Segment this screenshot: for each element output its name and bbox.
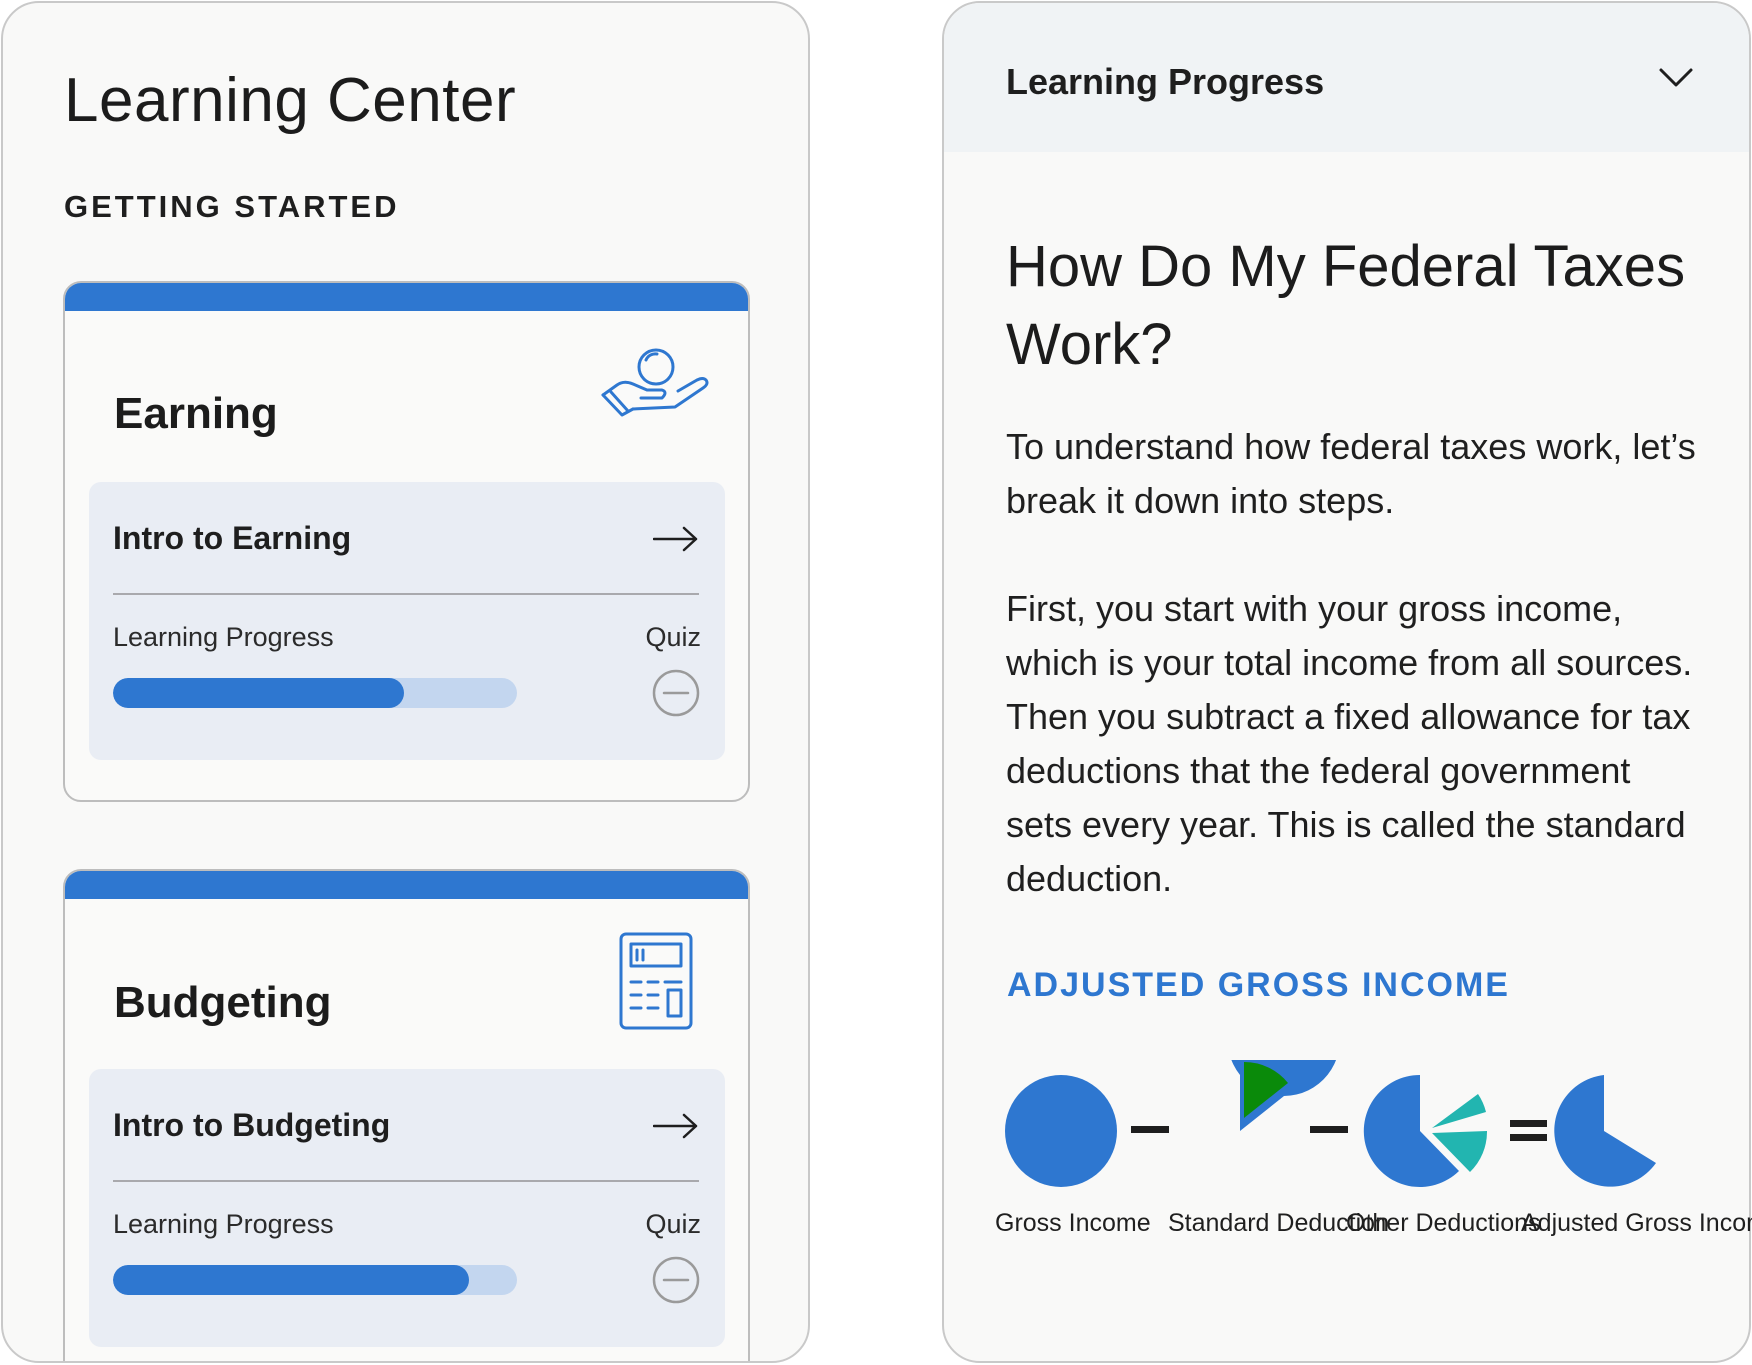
quiz-label: Quiz (645, 622, 701, 652)
learning-progress-accordion[interactable]: Learning Progress (944, 3, 1749, 152)
intro-to-earning-link[interactable]: Intro to Earning (89, 482, 725, 594)
minus-operator (1131, 1126, 1169, 1133)
gross-income-pie (1005, 1075, 1117, 1187)
progress-fill (113, 1265, 469, 1295)
adjusted-gross-income-label: Adjusted Gross Income (1521, 1209, 1752, 1237)
progress-bar (113, 678, 517, 708)
card-title: Budgeting (114, 978, 332, 1027)
hand-coin-icon (601, 348, 709, 417)
progress-fill (113, 678, 404, 708)
accordion-title: Learning Progress (1006, 61, 1325, 102)
progress-label: Learning Progress (113, 622, 334, 652)
standard-deduction-label: Standard Deduction (1168, 1209, 1389, 1237)
progress-label: Learning Progress (113, 1209, 334, 1239)
agi-equation-graphic (1005, 1060, 1656, 1187)
minus-circle-icon (652, 1256, 700, 1304)
divider (113, 593, 699, 595)
section-label: GETTING STARTED (64, 189, 400, 224)
lesson-title: Intro to Earning (113, 520, 352, 556)
other-deductions-wedge (1432, 1094, 1486, 1128)
progress-bar (113, 1265, 517, 1295)
lesson-box: Intro to Earning Learning Progress Quiz (89, 482, 725, 760)
other-deductions-pie (1363, 1074, 1459, 1187)
article-paragraph: To understand how federal taxes work, le… (1006, 426, 1696, 521)
minus-operator (1310, 1126, 1348, 1133)
article-paragraph: First, you start with your gross income,… (1006, 588, 1693, 899)
card-title: Earning (114, 389, 278, 438)
article-title: How Do My Federal Taxes Work? (1006, 234, 1686, 377)
card-accent-bar (65, 871, 748, 899)
quiz-label: Quiz (645, 1209, 701, 1239)
gross-income-label: Gross Income (995, 1209, 1151, 1237)
equals-operator (1510, 1120, 1547, 1127)
equals-operator (1510, 1134, 1547, 1141)
other-deductions-label: Other Deductions (1346, 1209, 1541, 1237)
chevron-down-icon (1659, 68, 1693, 87)
calculator-icon (619, 932, 693, 1030)
section-subheading: ADJUSTED GROSS INCOME (1007, 966, 1510, 1004)
page-title: Learning Center (64, 66, 517, 135)
arrow-right-icon (653, 526, 698, 552)
minus-circle-icon (652, 669, 700, 717)
card-accent-bar (65, 283, 748, 311)
adjusted-gross-income-pie (1554, 1075, 1656, 1187)
earning-card: Earning Intro to Earning Learning Progre… (63, 281, 750, 802)
